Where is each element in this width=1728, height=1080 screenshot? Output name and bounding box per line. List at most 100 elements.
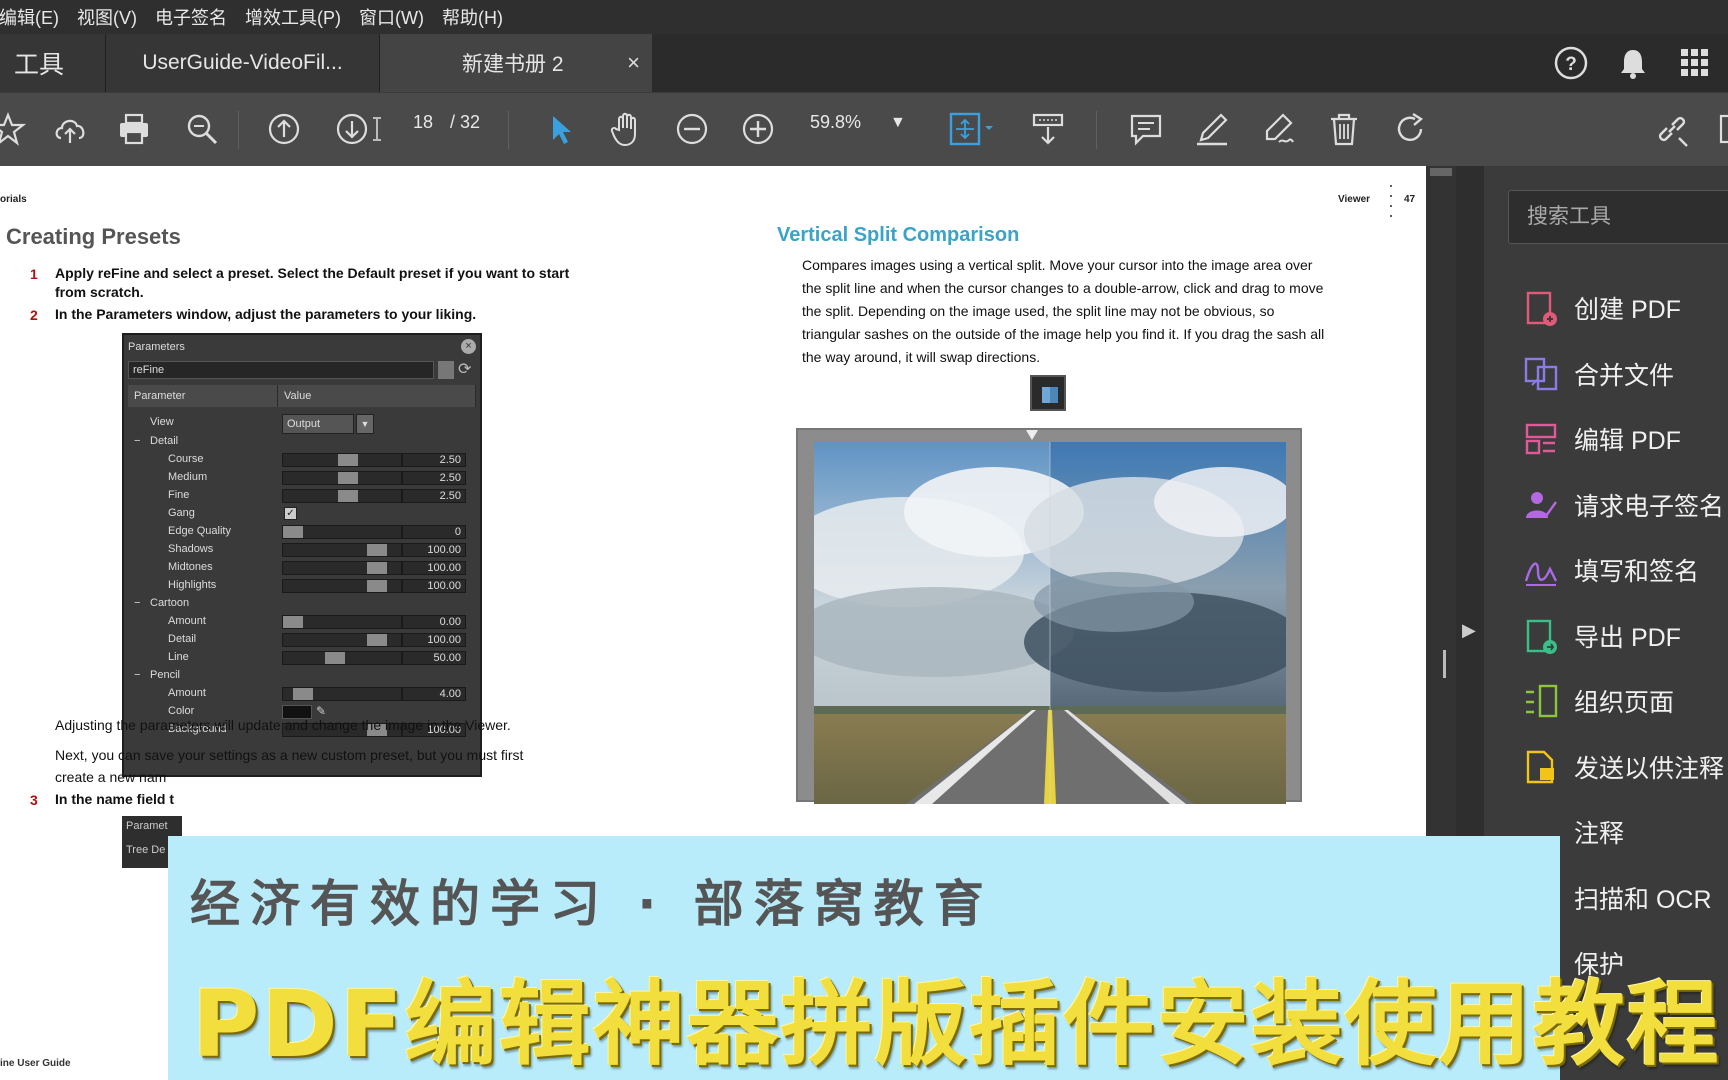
step-number: 3: [30, 792, 38, 808]
promo-banner: 经济有效的学习 · 部落窝教育 PDF编辑神器拼版插件安装使用教程: [168, 836, 1719, 1080]
param-name: Edge Quality: [168, 525, 231, 537]
tab-bar: 工具 UserGuide-VideoFil... 新建书册 2 × ?: [0, 34, 1728, 92]
link-share-icon[interactable]: [1650, 107, 1694, 151]
step-text: Apply reFine and select a preset. Select…: [55, 265, 570, 300]
slider-thumb: [367, 634, 387, 646]
menu-edit[interactable]: 编辑(E): [0, 4, 68, 30]
menu-bar: 编辑(E) 视图(V) 电子签名 增效工具(P) 窗口(W) 帮助(H): [0, 0, 1728, 34]
rotate-icon[interactable]: [1388, 107, 1432, 151]
param-value: 2.50: [402, 489, 466, 503]
param-value: 0.00: [402, 615, 466, 629]
fit-page-icon[interactable]: [944, 107, 1000, 151]
tool-item-combine-files[interactable]: 合并文件: [1484, 344, 1728, 404]
param-row: Fine 2.50: [124, 487, 480, 505]
highlight-icon[interactable]: [1190, 107, 1234, 151]
param-value: 100.00: [402, 543, 466, 557]
tool-item-organize-pages[interactable]: 组织页面: [1484, 671, 1728, 731]
tool-item-create-pdf[interactable]: 创建 PDF: [1484, 278, 1728, 338]
page-number-input[interactable]: 18: [402, 112, 444, 133]
tool-item-export-pdf[interactable]: 导出 PDF: [1484, 606, 1728, 666]
page-up-icon[interactable]: [262, 107, 306, 151]
menu-help[interactable]: 帮助(H): [433, 4, 512, 30]
print-icon[interactable]: [112, 107, 156, 151]
tool-item-label: 导出 PDF: [1574, 623, 1681, 652]
param-name: Line: [168, 651, 189, 663]
tool-item-edit-pdf[interactable]: 编辑 PDF: [1484, 409, 1728, 469]
menu-view[interactable]: 视图(V): [68, 4, 146, 30]
help-icon[interactable]: ?: [1552, 44, 1590, 87]
tool-item-label: 组织页面: [1574, 689, 1675, 717]
split-comparison-figure: [796, 428, 1302, 804]
select-arrow-icon[interactable]: [538, 107, 582, 151]
creating-presets-heading: Creating Presets: [6, 224, 181, 249]
zoom-out-icon[interactable]: [670, 107, 714, 151]
tool-item-label: 合并文件: [1574, 361, 1675, 390]
step-number: 1: [30, 266, 38, 282]
collapse-group-icon: −: [134, 435, 141, 447]
param-value: 4.00: [402, 687, 466, 701]
organize-pages-icon: [1522, 682, 1560, 720]
search-zoom-icon[interactable]: [180, 107, 224, 151]
sign-pen-icon[interactable]: [1256, 107, 1300, 151]
save-preset-icon: [438, 361, 454, 379]
param-value: 100.00: [402, 561, 466, 575]
param-value: 50.00: [402, 651, 466, 665]
tab-new-booklet[interactable]: 新建书册 2 ×: [380, 34, 652, 92]
tool-item-label: 请求电子签名: [1574, 492, 1725, 521]
param-slider: [282, 489, 402, 503]
more-tools-icon[interactable]: [1712, 107, 1728, 151]
collapse-group-icon: −: [134, 597, 141, 609]
close-tab-icon[interactable]: ×: [627, 50, 640, 76]
menu-esign[interactable]: 电子签名: [146, 4, 236, 30]
menu-plugins[interactable]: 增效工具(P): [236, 4, 350, 30]
param-slider: [282, 525, 402, 539]
param-name: Medium: [168, 471, 208, 483]
main-toolbar: [0, 92, 1728, 166]
tab-tools[interactable]: 工具: [0, 34, 106, 92]
tab-new-booklet-label: 新建书册 2: [462, 53, 564, 76]
edit-pdf-icon: [1522, 420, 1560, 458]
slider-thumb: [293, 688, 313, 700]
slider-thumb: [367, 580, 387, 592]
scroll-mode-icon[interactable]: [1026, 107, 1070, 151]
page-number-label: 47: [1404, 194, 1416, 205]
slider-thumb: [367, 544, 387, 556]
param-slider: [282, 453, 402, 467]
param-name: Course: [168, 453, 204, 465]
collapse-panel-icon[interactable]: ▶: [1462, 620, 1476, 641]
split-sash-handle: [1026, 430, 1038, 440]
param-value: 0: [402, 525, 466, 539]
cloud-upload-icon[interactable]: [48, 107, 92, 151]
tool-item-send-comment[interactable]: 发送以供注释: [1484, 737, 1728, 797]
param-name: Midtones: [168, 561, 213, 573]
param-slider: [282, 471, 402, 485]
search-tools-input[interactable]: 搜索工具: [1508, 190, 1728, 244]
star-icon[interactable]: [0, 107, 30, 151]
menu-window[interactable]: 窗口(W): [350, 4, 433, 30]
slider-thumb: [325, 652, 345, 664]
tool-item-request-esign[interactable]: 请求电子签名: [1484, 475, 1728, 535]
tool-item-fill-sign[interactable]: 填写和签名: [1484, 540, 1728, 600]
delete-icon[interactable]: [1322, 107, 1366, 151]
more-options-icon[interactable]: · · · ·: [1388, 176, 1394, 224]
tool-item-label: 扫描和 OCR: [1574, 885, 1712, 914]
scrollbar-thumb[interactable]: [1430, 168, 1452, 176]
param-slider: [282, 687, 402, 701]
panel-resize-handle[interactable]: [1443, 650, 1446, 678]
slider-thumb: [283, 526, 303, 538]
paragraph: create a new nam: [55, 769, 167, 785]
param-name: View: [150, 416, 174, 428]
tab-userguide[interactable]: UserGuide-VideoFil...: [106, 34, 380, 92]
hand-tool-icon[interactable]: [604, 107, 648, 151]
refresh-icon: ⟳: [458, 361, 472, 378]
bell-icon[interactable]: [1614, 44, 1652, 87]
zoom-level-field[interactable]: 59.8%: [810, 112, 861, 133]
parameters-panel-figure: Parameters × reFine ⟳ Parameter Value Vi…: [122, 333, 482, 777]
zoom-dropdown-icon[interactable]: ▼: [890, 114, 906, 132]
apps-grid-icon[interactable]: [1676, 44, 1714, 87]
slider-thumb: [338, 490, 358, 502]
comment-icon[interactable]: [1124, 107, 1168, 151]
zoom-in-icon[interactable]: [736, 107, 780, 151]
param-name: Detail: [168, 633, 197, 645]
param-group-name: Pencil: [150, 669, 180, 681]
